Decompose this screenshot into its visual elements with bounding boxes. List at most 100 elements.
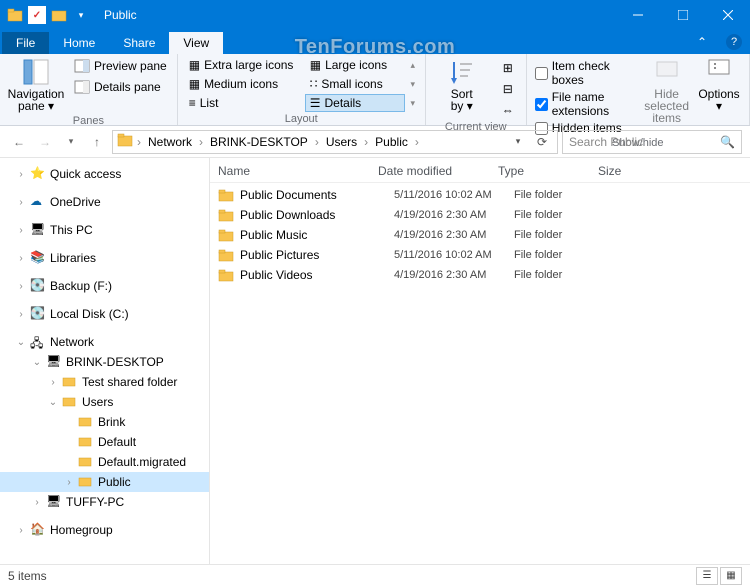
refresh-icon[interactable]: ⟳ <box>531 131 553 153</box>
layout-large[interactable]: ▦Large icons <box>305 56 405 74</box>
group-panes: Navigation pane ▾ Preview pane Details p… <box>0 54 178 125</box>
item-checkboxes-toggle[interactable]: Item check boxes <box>533 58 639 88</box>
navigation-pane-button[interactable]: Navigation pane ▾ <box>6 56 66 114</box>
tree-local-disk[interactable]: ›💽Local Disk (C:) <box>0 304 209 324</box>
chevron-right-icon[interactable]: › <box>197 135 205 149</box>
tree-onedrive[interactable]: ›☁OneDrive <box>0 192 209 212</box>
search-input[interactable]: Search Public 🔍 <box>562 130 742 154</box>
layout-small[interactable]: ∷Small icons <box>305 75 405 93</box>
col-name[interactable]: Name <box>218 164 378 178</box>
tree-user-default-migrated[interactable]: Default.migrated <box>0 452 209 472</box>
table-row[interactable]: Public Documents5/11/2016 10:02 AMFile f… <box>218 185 742 205</box>
layout-medium[interactable]: ▦Medium icons <box>184 75 304 93</box>
main-split: ›⭐Quick access ›☁OneDrive ›🖥This PC ›📚Li… <box>0 158 750 564</box>
tree-tuffy-pc[interactable]: ›🖥TUFFY-PC <box>0 492 209 512</box>
row-date: 4/19/2016 2:30 AM <box>394 269 514 281</box>
group-panes-label: Panes <box>6 114 171 128</box>
tree-users[interactable]: ⌄Users <box>0 392 209 412</box>
chevron-right-icon[interactable]: › <box>413 135 421 149</box>
table-row[interactable]: Public Downloads4/19/2016 2:30 AMFile fo… <box>218 205 742 225</box>
layout-scroll-up[interactable]: ▴ <box>406 60 420 71</box>
layout-expand[interactable]: ▾ <box>406 98 420 109</box>
address-bar[interactable]: › Network › BRINK-DESKTOP › Users › Publ… <box>112 130 558 154</box>
help-icon[interactable]: ? <box>726 34 742 50</box>
row-date: 4/19/2016 2:30 AM <box>394 209 514 221</box>
search-icon: 🔍 <box>720 135 735 149</box>
options-button[interactable]: Options ▾ <box>695 56 743 114</box>
status-bar: 5 items ☰ ▦ <box>0 564 750 586</box>
folder-icon <box>218 187 234 203</box>
crumb-public[interactable]: Public <box>372 135 411 149</box>
quick-access-toolbar: ✓ ▾ <box>0 6 96 24</box>
address-dropdown-icon[interactable]: ▾ <box>507 131 529 153</box>
size-columns-button[interactable]: ⇔ <box>496 100 520 120</box>
properties-icon[interactable]: ✓ <box>28 6 46 24</box>
col-type[interactable]: Type <box>498 164 598 178</box>
view-icons-button[interactable]: ▦ <box>720 567 742 585</box>
hide-selected-label: Hide selected items <box>644 88 689 124</box>
group-by-button[interactable]: ⊞ <box>496 58 520 78</box>
table-row[interactable]: Public Videos4/19/2016 2:30 AMFile folde… <box>218 265 742 285</box>
chevron-right-icon[interactable]: › <box>362 135 370 149</box>
new-folder-icon[interactable] <box>50 6 68 24</box>
layout-list[interactable]: ≡List <box>184 94 304 112</box>
navigation-bar: ← → ▾ ↑ › Network › BRINK-DESKTOP › User… <box>0 126 750 158</box>
add-columns-button[interactable]: ⊟ <box>496 79 520 99</box>
crumb-network[interactable]: Network <box>145 135 195 149</box>
group-show-hide: Item check boxes File name extensions Hi… <box>527 54 750 125</box>
crumb-host[interactable]: BRINK-DESKTOP <box>207 135 311 149</box>
tab-file[interactable]: File <box>2 32 49 54</box>
tree-brink-desktop[interactable]: ⌄🖥BRINK-DESKTOP <box>0 352 209 372</box>
hide-selected-button[interactable]: Hide selected items <box>642 56 691 126</box>
sort-by-button[interactable]: Sort by ▾ <box>432 56 492 114</box>
tree-user-brink[interactable]: Brink <box>0 412 209 432</box>
table-row[interactable]: Public Music4/19/2016 2:30 AMFile folder <box>218 225 742 245</box>
layout-scroll-down[interactable]: ▾ <box>406 79 420 90</box>
search-placeholder: Search Public <box>569 135 643 149</box>
tree-network[interactable]: ⌄🖧Network <box>0 332 209 352</box>
details-pane-button[interactable]: Details pane <box>70 77 171 97</box>
folder-icon <box>218 247 234 263</box>
folder-icon <box>218 207 234 223</box>
tree-test-shared[interactable]: ›Test shared folder <box>0 372 209 392</box>
ribbon-tabs: File Home Share View ⌃ ? <box>0 30 750 54</box>
minimize-button[interactable] <box>615 0 660 30</box>
tree-user-public[interactable]: ›Public <box>0 472 209 492</box>
tab-share[interactable]: Share <box>109 32 169 54</box>
folder-icon <box>218 227 234 243</box>
qat-dropdown-icon[interactable]: ▾ <box>72 6 90 24</box>
col-date[interactable]: Date modified <box>378 164 498 178</box>
nav-pane-label: Navigation pane ▾ <box>8 88 65 112</box>
navigation-tree[interactable]: ›⭐Quick access ›☁OneDrive ›🖥This PC ›📚Li… <box>0 158 210 564</box>
tree-user-default[interactable]: Default <box>0 432 209 452</box>
file-extensions-toggle[interactable]: File name extensions <box>533 89 639 119</box>
row-type: File folder <box>514 209 614 221</box>
col-size[interactable]: Size <box>598 164 678 178</box>
tree-libraries[interactable]: ›📚Libraries <box>0 248 209 268</box>
tree-this-pc[interactable]: ›🖥This PC <box>0 220 209 240</box>
tree-backup-drive[interactable]: ›💽Backup (F:) <box>0 276 209 296</box>
up-button[interactable]: ↑ <box>86 131 108 153</box>
close-button[interactable] <box>705 0 750 30</box>
file-list: Name Date modified Type Size Public Docu… <box>210 158 750 564</box>
column-headers[interactable]: Name Date modified Type Size <box>210 158 750 183</box>
back-button[interactable]: ← <box>8 131 30 153</box>
chevron-right-icon[interactable]: › <box>313 135 321 149</box>
chevron-right-icon[interactable]: › <box>135 135 143 149</box>
maximize-button[interactable] <box>660 0 705 30</box>
group-current-view: Sort by ▾ ⊞ ⊟ ⇔ Current view <box>426 54 527 125</box>
layout-details[interactable]: ☰Details <box>305 94 405 112</box>
tab-view[interactable]: View <box>169 32 223 54</box>
tree-quick-access[interactable]: ›⭐Quick access <box>0 164 209 184</box>
tree-homegroup[interactable]: ›🏠Homegroup <box>0 520 209 540</box>
tab-home[interactable]: Home <box>49 32 109 54</box>
view-details-button[interactable]: ☰ <box>696 567 718 585</box>
table-row[interactable]: Public Pictures5/11/2016 10:02 AMFile fo… <box>218 245 742 265</box>
crumb-users[interactable]: Users <box>323 135 360 149</box>
forward-button[interactable]: → <box>34 131 56 153</box>
preview-pane-button[interactable]: Preview pane <box>70 56 171 76</box>
group-layout: ▦Extra large icons ▦Large icons ▴ ▦Mediu… <box>178 54 426 125</box>
layout-extra-large[interactable]: ▦Extra large icons <box>184 56 304 74</box>
recent-dropdown[interactable]: ▾ <box>60 131 82 153</box>
collapse-ribbon-icon[interactable]: ⌃ <box>690 30 714 54</box>
